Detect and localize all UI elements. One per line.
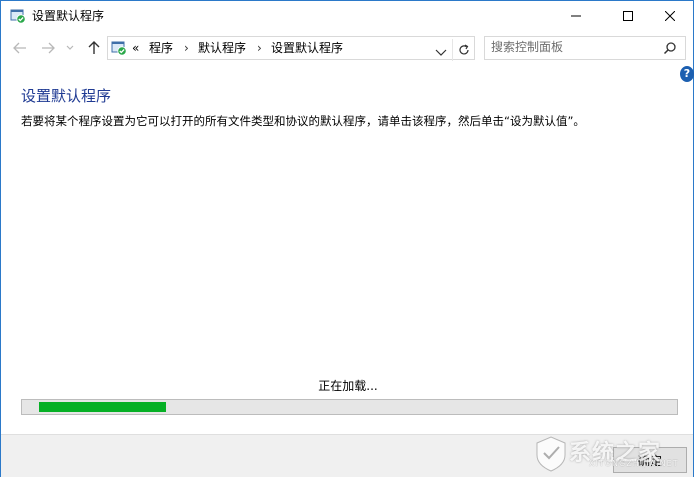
breadcrumb-separator[interactable]: › [257,40,262,56]
ok-button[interactable]: 确定 [613,447,687,473]
breadcrumb-set-default-programs[interactable]: 设置默认程序 [271,40,343,56]
loading-progress-bar [21,399,678,415]
footer-bar: 确定 [1,434,693,477]
refresh-button[interactable] [452,39,475,61]
maximize-icon [623,11,633,21]
refresh-icon [459,44,469,55]
back-button[interactable] [11,39,29,57]
default-programs-icon [10,8,26,24]
arrow-up-icon [88,41,100,54]
address-bar[interactable]: « 程序 › 默认程序 › 设置默认程序 [107,36,475,61]
search-box[interactable] [484,36,686,60]
recent-locations-button[interactable] [65,39,75,57]
progress-fill [39,402,166,412]
search-icon[interactable] [663,40,679,56]
maximize-button[interactable] [605,1,651,31]
up-button[interactable] [85,39,103,57]
close-button[interactable] [647,1,693,31]
breadcrumb-separator[interactable]: › [184,40,189,56]
chevron-down-icon [435,49,447,56]
address-dropdown-button[interactable] [435,42,449,56]
search-input[interactable] [491,39,651,55]
navigation-bar: « 程序 › 默认程序 › 设置默认程序 [1,33,693,63]
chevron-down-icon [66,45,74,50]
forward-button[interactable] [39,39,57,57]
control-panel-window: 设置默认程序 « 程序 › 默认程序 › 设置默认程序 搜索控制面板 ? 设置默… [0,0,694,477]
minimize-button[interactable] [553,1,599,31]
title-bar[interactable]: 设置默认程序 [1,1,693,31]
help-button[interactable]: ? [680,66,694,82]
loading-text: 正在加载... [318,379,378,393]
page-description: 若要将某个程序设置为它可以打开的所有文件类型和协议的默认程序，请单击该程序，然后… [21,114,585,128]
window-title: 设置默认程序 [32,9,105,23]
arrow-right-icon [42,42,55,54]
arrow-left-icon [13,42,26,54]
breadcrumb-default-programs[interactable]: 默认程序 [198,40,246,56]
breadcrumb-programs[interactable]: 程序 [149,40,173,56]
minimize-icon [571,15,581,17]
close-icon [665,11,675,21]
breadcrumb-overflow[interactable]: « [132,40,139,56]
page-title: 设置默认程序 [21,87,112,105]
control-panel-icon [111,40,127,56]
